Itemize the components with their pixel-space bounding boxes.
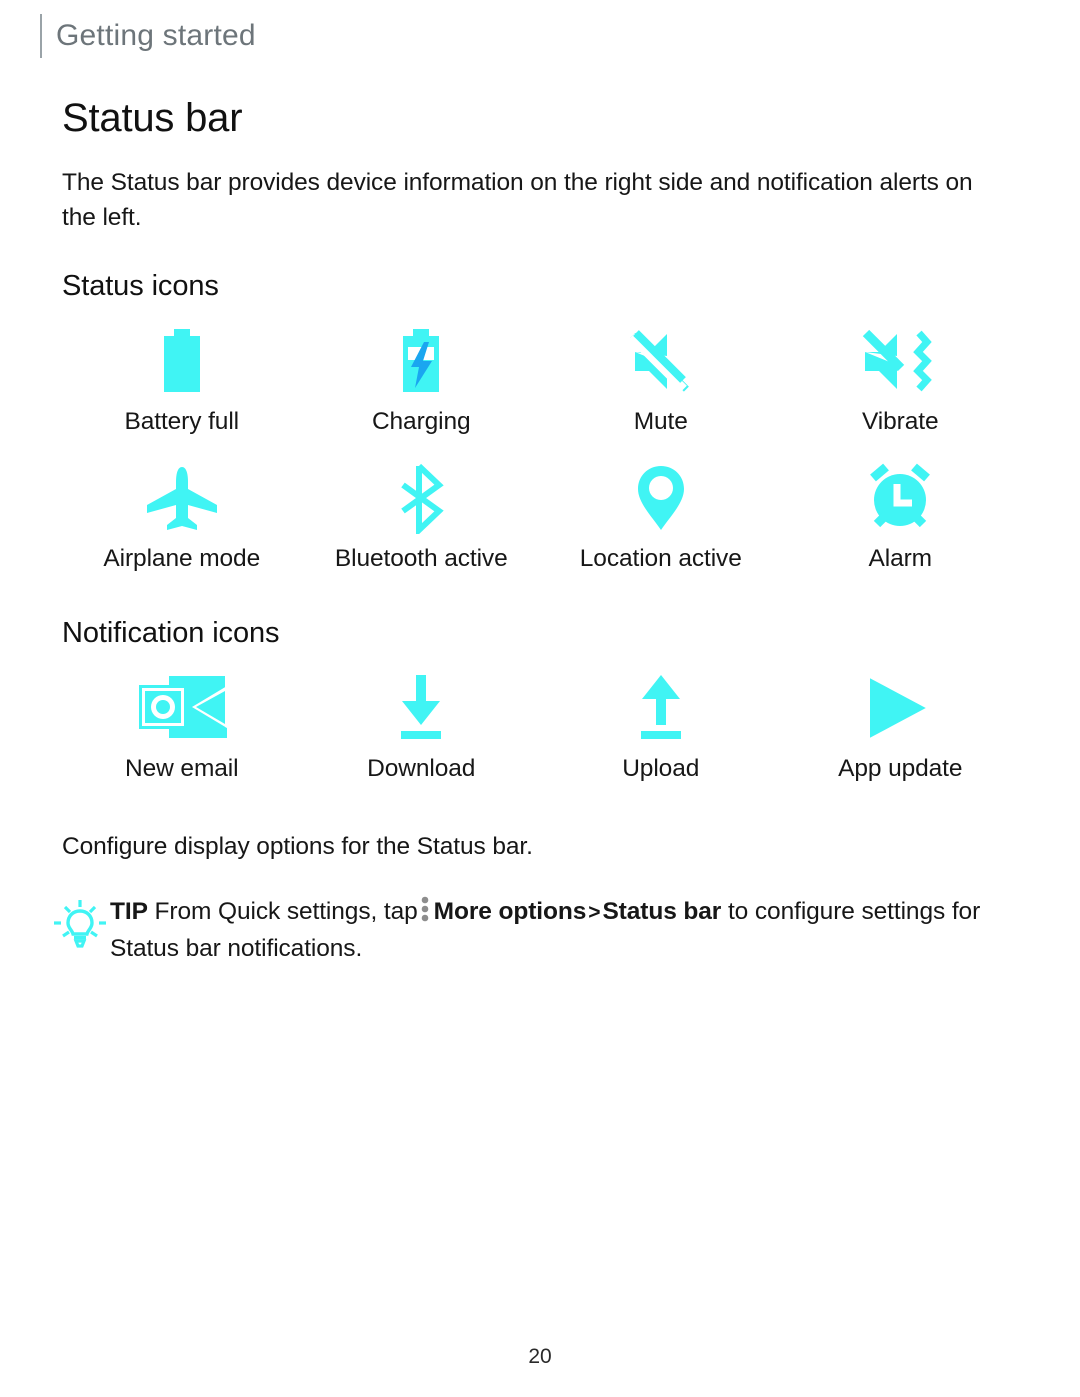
alarm-clock-icon	[862, 462, 938, 534]
page-title: Status bar	[62, 96, 243, 140]
tip-separator: >	[588, 900, 601, 924]
bluetooth-icon	[391, 462, 451, 534]
battery-charging-icon	[392, 325, 450, 397]
status-icon-label: Battery full	[124, 407, 240, 435]
running-header: Getting started	[40, 14, 256, 58]
notification-icon-item-download: Download	[302, 656, 542, 783]
status-icon-item-airplane-mode: Airplane mode	[62, 436, 302, 573]
status-icon-item-location: Location active	[541, 436, 781, 573]
notification-icon-item-new-email: New email	[62, 656, 302, 783]
notification-icon-label: New email	[125, 755, 239, 783]
app-update-icon	[860, 672, 940, 744]
section-heading-status-icons: Status icons	[62, 269, 219, 302]
page-number: 20	[528, 1345, 552, 1368]
notification-icon-label: App update	[838, 755, 963, 783]
status-icon-label: Vibrate	[862, 407, 939, 435]
intro-paragraph: The Status bar provides device informati…	[62, 169, 973, 231]
status-icon-label: Alarm	[868, 544, 933, 572]
notification-icon-item-app-update: App update	[781, 656, 1021, 783]
page-content: Status bar The Status bar provides devic…	[54, 96, 1020, 968]
tip-label: TIP	[110, 897, 148, 925]
new-email-icon	[136, 672, 228, 744]
status-icon-item-bluetooth: Bluetooth active	[302, 436, 542, 573]
header-divider-rule	[40, 14, 42, 58]
tip-text-before: From Quick settings, tap	[154, 897, 418, 925]
upload-icon	[632, 672, 690, 744]
notification-icon-label: Download	[367, 755, 476, 783]
battery-full-icon	[153, 325, 211, 397]
notification-icons-grid: New email Download Upload App update	[62, 656, 1020, 783]
closing-paragraph: Configure display options for the Status…	[62, 832, 533, 860]
status-icon-item-battery-full: Battery full	[62, 309, 302, 436]
notification-icon-label: Upload	[622, 755, 700, 783]
status-icon-item-alarm: Alarm	[781, 436, 1021, 573]
running-header-title: Getting started	[56, 19, 256, 52]
status-icon-label: Airplane mode	[103, 544, 261, 572]
notification-icon-item-upload: Upload	[541, 656, 781, 783]
status-icon-label: Location active	[579, 544, 742, 572]
status-icon-label: Bluetooth active	[334, 544, 508, 572]
status-icon-label: Charging	[371, 407, 471, 435]
status-icons-grid-row-1: Battery full Charging Mute Vibrate	[62, 309, 1020, 436]
location-pin-icon	[633, 462, 689, 534]
tip-callout: TIP From Quick settings, tap More options…	[54, 895, 1020, 968]
vibrate-icon	[857, 325, 943, 397]
tip-bold-status-bar: Status bar	[602, 897, 722, 925]
mute-icon	[625, 325, 697, 397]
status-icon-label: Mute	[633, 407, 688, 435]
status-icon-item-vibrate: Vibrate	[781, 309, 1021, 436]
airplane-mode-icon	[144, 462, 220, 534]
status-icons-grid-row-2: Airplane mode Bluetooth active Location …	[62, 436, 1020, 573]
lightbulb-icon	[54, 899, 110, 956]
tip-text: TIP From Quick settings, tap More options…	[110, 895, 1020, 968]
more-options-vertical-dots-icon	[421, 896, 429, 933]
download-icon	[392, 672, 450, 744]
status-icon-item-mute: Mute	[541, 309, 781, 436]
section-heading-notification-icons: Notification icons	[62, 617, 280, 650]
status-icon-item-charging: Charging	[302, 309, 542, 436]
tip-bold-more-options: More options	[433, 897, 587, 925]
